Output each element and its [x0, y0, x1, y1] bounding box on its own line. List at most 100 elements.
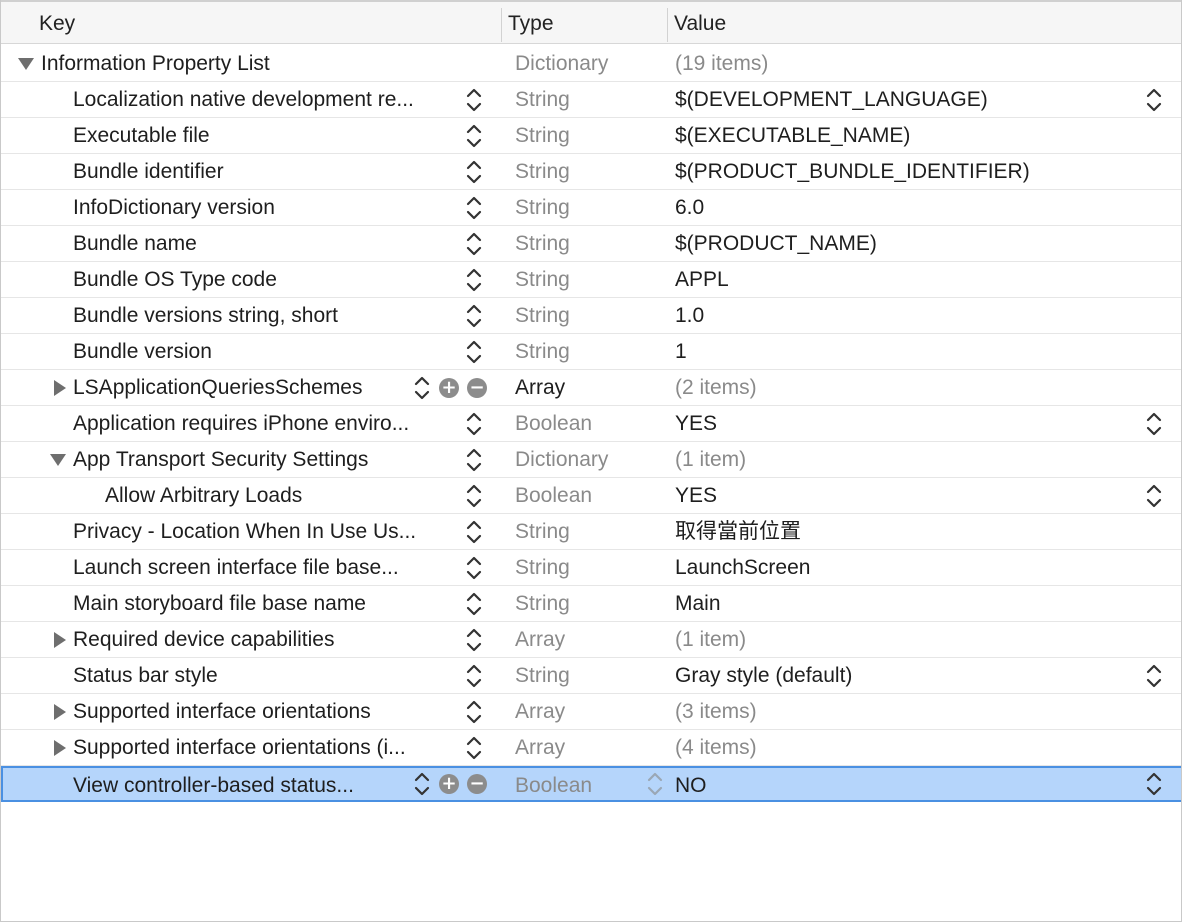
table-row[interactable]: Bundle OS Type code String APPL — [1, 262, 1181, 298]
table-row[interactable]: Supported interface orientations Array (… — [1, 694, 1181, 730]
up-down-stepper-icon[interactable] — [1146, 87, 1162, 113]
row-value[interactable]: LaunchScreen — [675, 550, 810, 586]
up-down-stepper-icon[interactable] — [647, 771, 663, 797]
table-row[interactable]: Launch screen interface file base... Str… — [1, 550, 1181, 586]
table-row-selected[interactable]: View controller-based status... + − Bool… — [1, 766, 1181, 804]
table-row[interactable]: InfoDictionary version String 6.0 — [1, 190, 1181, 226]
row-key: Launch screen interface file base... — [73, 556, 399, 579]
table-row[interactable]: Required device capabilities Array (1 it… — [1, 622, 1181, 658]
column-header: Key Type Value — [1, 0, 1181, 44]
table-row-root[interactable]: Information Property List Dictionary (19… — [1, 46, 1181, 82]
table-row[interactable]: Bundle name String $(PRODUCT_NAME) — [1, 226, 1181, 262]
row-value[interactable]: 6.0 — [675, 190, 704, 226]
row-key: Bundle versions string, short — [73, 304, 338, 327]
disclosure-triangle-down-icon[interactable] — [17, 46, 35, 82]
up-down-stepper-icon[interactable] — [466, 411, 482, 437]
disclosure-triangle-right-icon[interactable] — [51, 370, 69, 406]
table-row[interactable]: Status bar style String Gray style (defa… — [1, 658, 1181, 694]
row-type: Array — [515, 376, 566, 399]
row-value[interactable]: YES — [675, 478, 717, 514]
table-row[interactable]: Localization native development re... St… — [1, 82, 1181, 118]
row-value[interactable]: 1.0 — [675, 298, 704, 334]
row-value[interactable]: $(DEVELOPMENT_LANGUAGE) — [675, 82, 988, 118]
row-value: (19 items) — [675, 52, 769, 75]
disclosure-triangle-right-icon[interactable] — [51, 622, 69, 658]
row-type: Dictionary — [515, 52, 609, 75]
up-down-stepper-icon[interactable] — [466, 447, 482, 473]
column-header-value[interactable]: Value — [674, 2, 726, 44]
table-row[interactable]: LSApplicationQueriesSchemes + − Array (2… — [1, 370, 1181, 406]
up-down-stepper-icon[interactable] — [1146, 663, 1162, 689]
up-down-stepper-icon[interactable] — [466, 339, 482, 365]
row-value[interactable]: $(PRODUCT_BUNDLE_IDENTIFIER) — [675, 154, 1030, 190]
row-value[interactable]: Main — [675, 586, 721, 622]
row-value[interactable]: APPL — [675, 262, 729, 298]
row-key: Executable file — [73, 124, 210, 147]
row-key: Status bar style — [73, 664, 218, 687]
row-value[interactable]: 取得當前位置 — [675, 514, 801, 550]
row-value[interactable]: NO — [675, 768, 707, 804]
up-down-stepper-icon[interactable] — [466, 123, 482, 149]
plus-circle-icon[interactable]: + — [439, 774, 459, 794]
column-header-key[interactable]: Key — [39, 2, 75, 44]
disclosure-triangle-right-icon[interactable] — [51, 730, 69, 766]
row-value[interactable]: Gray style (default) — [675, 658, 852, 694]
up-down-stepper-icon[interactable] — [466, 195, 482, 221]
plus-circle-icon[interactable]: + — [439, 378, 459, 398]
row-type: String — [515, 232, 570, 255]
row-value[interactable]: 1 — [675, 334, 687, 370]
up-down-stepper-icon[interactable] — [1146, 483, 1162, 509]
row-key: LSApplicationQueriesSchemes — [73, 376, 363, 399]
up-down-stepper-icon[interactable] — [466, 483, 482, 509]
table-row[interactable]: Bundle version String 1 — [1, 334, 1181, 370]
up-down-stepper-icon[interactable] — [466, 303, 482, 329]
table-row[interactable]: Application requires iPhone enviro... Bo… — [1, 406, 1181, 442]
table-row[interactable]: Bundle versions string, short String 1.0 — [1, 298, 1181, 334]
row-key: View controller-based status... — [73, 774, 354, 797]
row-value[interactable]: $(EXECUTABLE_NAME) — [675, 118, 910, 154]
table-row[interactable]: Allow Arbitrary Loads Boolean YES — [1, 478, 1181, 514]
disclosure-triangle-right-icon[interactable] — [51, 694, 69, 730]
row-type: Array — [515, 736, 566, 759]
row-key: Privacy - Location When In Use Us... — [73, 520, 417, 543]
up-down-stepper-icon[interactable] — [466, 87, 482, 113]
up-down-stepper-icon[interactable] — [466, 555, 482, 581]
up-down-stepper-icon[interactable] — [1146, 411, 1162, 437]
up-down-stepper-icon[interactable] — [466, 699, 482, 725]
up-down-stepper-icon[interactable] — [466, 267, 482, 293]
up-down-stepper-icon[interactable] — [466, 231, 482, 257]
up-down-stepper-icon[interactable] — [466, 663, 482, 689]
row-type: String — [515, 88, 570, 111]
up-down-stepper-icon[interactable] — [466, 627, 482, 653]
table-row[interactable]: Bundle identifier String $(PRODUCT_BUNDL… — [1, 154, 1181, 190]
minus-circle-icon[interactable]: − — [467, 774, 487, 794]
table-row[interactable]: Supported interface orientations (i... A… — [1, 730, 1181, 766]
row-type: String — [515, 664, 570, 687]
up-down-stepper-icon[interactable] — [1146, 771, 1162, 797]
row-value: (1 item) — [675, 448, 747, 471]
up-down-stepper-icon[interactable] — [466, 519, 482, 545]
row-type[interactable]: Boolean — [515, 768, 592, 804]
table-row[interactable]: App Transport Security Settings Dictiona… — [1, 442, 1181, 478]
up-down-stepper-icon[interactable] — [466, 735, 482, 761]
row-value[interactable]: YES — [675, 406, 717, 442]
row-key: Bundle OS Type code — [73, 268, 277, 291]
row-value[interactable]: $(PRODUCT_NAME) — [675, 226, 877, 262]
up-down-stepper-icon[interactable] — [466, 591, 482, 617]
row-value: (3 items) — [675, 700, 757, 723]
up-down-stepper-icon[interactable] — [414, 771, 430, 797]
table-row[interactable]: Main storyboard file base name String Ma… — [1, 586, 1181, 622]
column-header-type[interactable]: Type — [508, 2, 554, 44]
row-type: Array — [515, 628, 566, 651]
table-row[interactable]: Privacy - Location When In Use Us... Str… — [1, 514, 1181, 550]
row-key: Allow Arbitrary Loads — [105, 484, 303, 507]
row-key: Localization native development re... — [73, 88, 414, 111]
minus-circle-icon[interactable]: − — [467, 378, 487, 398]
up-down-stepper-icon[interactable] — [414, 375, 430, 401]
row-key: Information Property List — [41, 52, 270, 75]
column-divider[interactable] — [501, 8, 502, 42]
table-row[interactable]: Executable file String $(EXECUTABLE_NAME… — [1, 118, 1181, 154]
disclosure-triangle-down-icon[interactable] — [49, 442, 67, 478]
up-down-stepper-icon[interactable] — [466, 159, 482, 185]
column-divider[interactable] — [667, 8, 668, 42]
